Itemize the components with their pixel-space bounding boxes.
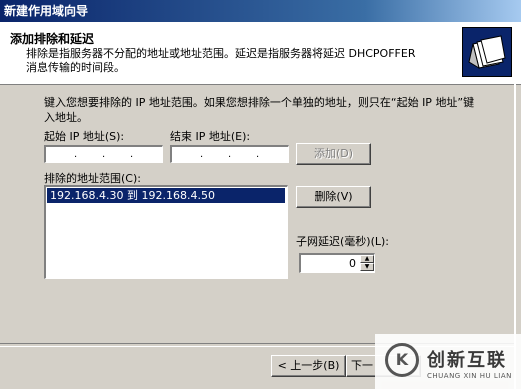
add-button[interactable]: 添加(D) — [296, 143, 371, 165]
window-title-bar: 新建作用域向导 — [0, 0, 521, 22]
delay-label: 子网延迟(毫秒)(L): — [296, 235, 390, 248]
watermark: K 创新互联 CHUANG XIN HU LIAN — [375, 334, 521, 389]
start-ip-label: 起始 IP 地址(S): — [44, 130, 125, 143]
excluded-range-list[interactable]: 192.168.4.30 到 192.168.4.50 — [44, 185, 288, 279]
folder-stack-icon — [462, 27, 512, 77]
spin-up-icon[interactable]: ▲ — [360, 255, 374, 263]
start-ip-separators: ... — [74, 149, 134, 160]
back-button[interactable]: < 上一步(B) — [271, 355, 346, 377]
delay-value: 0 — [349, 257, 356, 270]
start-ip-input[interactable]: ... — [44, 145, 163, 163]
page-title: 添加排除和延迟 — [10, 32, 95, 46]
window-title: 新建作用域向导 — [4, 4, 89, 18]
end-ip-input[interactable]: ... — [170, 145, 289, 163]
delay-spinner[interactable]: 0 ▲ ▼ — [299, 253, 375, 273]
end-ip-label: 结束 IP 地址(E): — [170, 130, 251, 143]
delete-button[interactable]: 删除(V) — [296, 186, 371, 208]
list-item[interactable]: 192.168.4.30 到 192.168.4.50 — [47, 188, 285, 203]
brand-subtitle: CHUANG XIN HU LIAN — [427, 372, 512, 380]
page-description: 排除是指服务器不分配的地址或地址范围。延迟是指服务器将延迟 DHCPOFFER … — [26, 47, 416, 74]
brand-name: 创新互联 — [427, 350, 507, 371]
brand-logo-icon: K — [385, 343, 419, 377]
spin-down-icon[interactable]: ▼ — [360, 263, 374, 271]
wizard-header: 添加排除和延迟 排除是指服务器不分配的地址或地址范围。延迟是指服务器将延迟 DH… — [0, 22, 521, 85]
end-ip-separators: ... — [200, 149, 260, 160]
excluded-list-label: 排除的地址范围(C): — [44, 172, 141, 185]
instructions-text: 键入您想要排除的 IP 地址范围。如果您想排除一个单独的地址，则只在“起始 IP… — [44, 96, 475, 124]
